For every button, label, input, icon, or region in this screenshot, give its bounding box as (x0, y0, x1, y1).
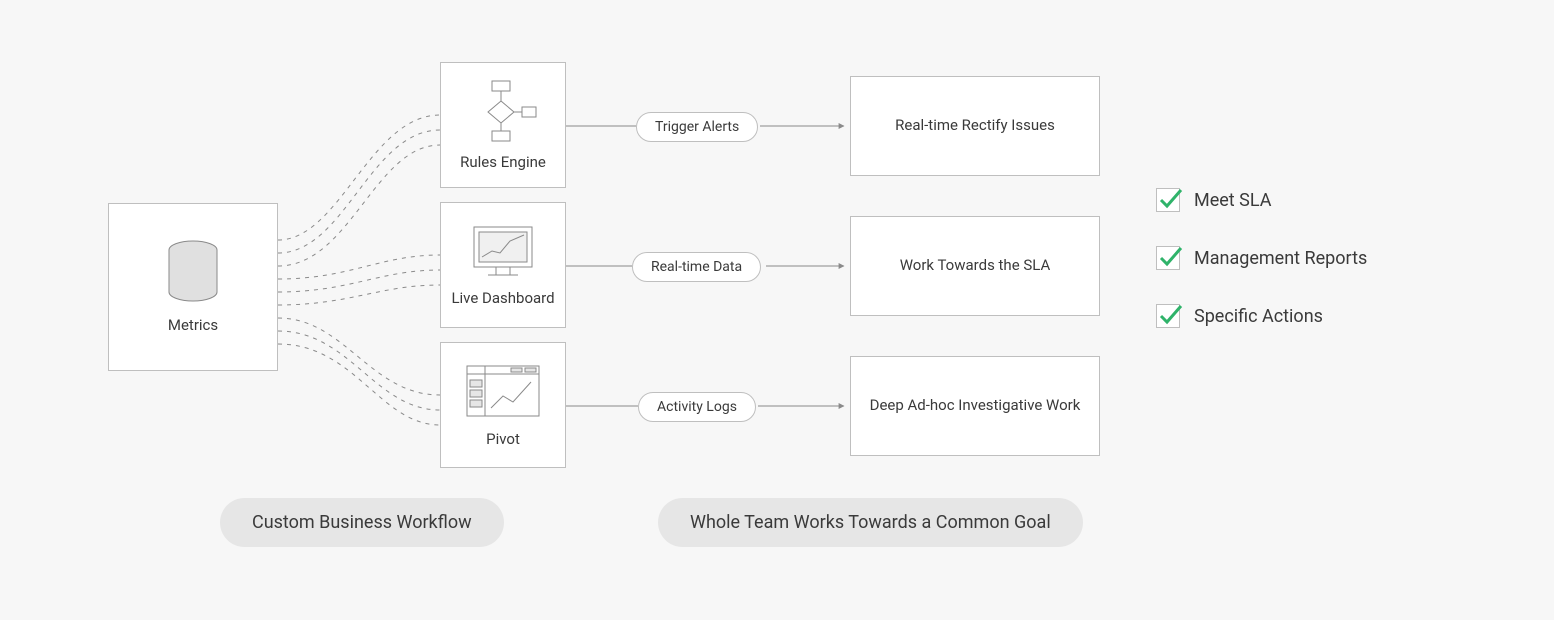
section-left-pill: Custom Business Workflow (220, 498, 504, 547)
check-label: Specific Actions (1194, 306, 1323, 327)
checkbox-checked-icon (1156, 188, 1180, 212)
rules-engine-label: Rules Engine (460, 145, 546, 171)
pivot-label: Pivot (486, 422, 520, 448)
check-label: Management Reports (1194, 248, 1367, 269)
pivot-icon (463, 362, 543, 422)
real-time-data-pill: Real-time Data (632, 252, 761, 282)
metrics-label: Metrics (168, 308, 218, 334)
check-item: Specific Actions (1156, 304, 1367, 328)
live-dashboard-node: Live Dashboard (440, 202, 566, 328)
check-item: Meet SLA (1156, 188, 1367, 212)
dashboard-icon (466, 223, 540, 281)
checkbox-checked-icon (1156, 304, 1180, 328)
outcome-sla: Work Towards the SLA (850, 216, 1100, 316)
benefits-list: Meet SLA Management Reports Specific Act… (1156, 188, 1367, 328)
outcome-investigative: Deep Ad-hoc Investigative Work (850, 356, 1100, 456)
section-right-pill: Whole Team Works Towards a Common Goal (658, 498, 1083, 547)
check-label: Meet SLA (1194, 190, 1271, 211)
outcome-rectify: Real-time Rectify Issues (850, 76, 1100, 176)
rules-engine-node: Rules Engine (440, 62, 566, 188)
trigger-alerts-pill: Trigger Alerts (636, 112, 758, 142)
metrics-node: Metrics (108, 203, 278, 371)
check-item: Management Reports (1156, 246, 1367, 270)
checkbox-checked-icon (1156, 246, 1180, 270)
pivot-node: Pivot (440, 342, 566, 468)
flowchart-icon (468, 79, 538, 145)
live-dashboard-label: Live Dashboard (451, 281, 554, 307)
activity-logs-pill: Activity Logs (638, 392, 756, 422)
database-icon (164, 240, 222, 308)
